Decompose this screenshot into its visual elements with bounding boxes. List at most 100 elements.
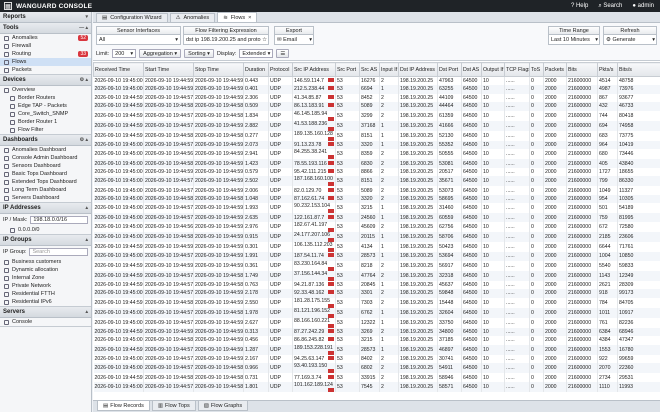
table-row[interactable]: 2026-09-10 19:45:00 2026-09-10 19:44:57 20… xyxy=(93,213,660,222)
device-overview[interactable]: Overview xyxy=(0,86,91,94)
column-header-protocol[interactable]: Protocol xyxy=(268,62,293,77)
sidebar-item-routing[interactable]: Routing 33 xyxy=(0,50,91,58)
table-row[interactable]: 2026-09-10 19:44:59 2026-09-10 19:44:57 20… xyxy=(93,280,660,290)
sidebar-item-packets[interactable]: Packets xyxy=(0,66,91,74)
filter-expression-input[interactable]: dst ip 198.19.200.25 and proto ☆ xyxy=(183,35,269,45)
tab-anomalies[interactable]: ⚠ Anomalies xyxy=(169,13,216,22)
table-row[interactable]: 2026-09-10 19:45:00 2026-09-10 19:44:58 20… xyxy=(93,336,660,345)
column-header-src-ip-address[interactable]: Src IP Address xyxy=(292,62,336,77)
generate-button[interactable]: ⚙ Generate ▾ xyxy=(603,35,657,45)
ip-item-0[interactable]: 0.0.0.0/0 xyxy=(0,226,91,234)
tools-header[interactable]: Tools — ▴ xyxy=(0,23,91,34)
ip-group-residential-ftth[interactable]: Residential FTTH xyxy=(0,290,91,298)
table-row[interactable]: 2026-09-10 19:45:00 2026-09-10 19:44:57 20… xyxy=(93,307,660,318)
column-header-pkts-s[interactable]: Pkts/s xyxy=(597,62,618,77)
table-row[interactable]: 2026-09-10 19:45:00 2026-09-10 19:44:57 20… xyxy=(93,289,660,298)
ip-group-input[interactable]: Search xyxy=(29,248,88,256)
collapse-icon[interactable]: — ▴ xyxy=(79,25,88,31)
tab-flows[interactable]: ≋ Flows × xyxy=(217,12,258,22)
export-email-button[interactable]: ✉ Email ▾ xyxy=(274,35,314,45)
table-row[interactable]: 2026-09-10 19:45:00 2026-09-10 19:44:57 20… xyxy=(93,381,660,392)
table-row[interactable]: 2026-09-10 19:44:59 2026-09-10 19:44:58 20… xyxy=(93,130,660,141)
table-row[interactable]: 2026-09-10 19:44:59 2026-09-10 19:44:57 20… xyxy=(93,270,660,281)
sensor-interfaces-select[interactable]: All ▾ xyxy=(96,35,181,45)
time-range-select[interactable]: Last 10 Minutes ▾ xyxy=(548,35,600,45)
table-row[interactable]: 2026-09-10 19:45:00 2026-09-10 19:44:57 20… xyxy=(93,251,660,261)
display-select[interactable]: Extended ▾ xyxy=(239,49,274,58)
ip-mask-input[interactable]: 198.18.0.0/16 xyxy=(30,216,88,224)
column-header-bits[interactable]: Bits xyxy=(566,62,598,77)
ip-group-private-network[interactable]: Private Network xyxy=(0,282,91,290)
ip-group-residential-ipv6[interactable]: Residential IPv6 xyxy=(0,298,91,306)
servers-header[interactable]: Servers ▴ xyxy=(0,307,91,318)
reports-header[interactable]: Reports ▾ xyxy=(0,12,91,23)
dashboard-console-admin-dashboard[interactable]: Console Admin Dashboard xyxy=(0,154,91,162)
table-row[interactable]: 2026-09-10 19:44:59 2026-09-10 19:44:58 20… xyxy=(93,297,660,308)
sidebar-item-flows[interactable]: Flows xyxy=(0,58,91,66)
table-row[interactable]: 2026-09-10 19:44:59 2026-09-10 19:44:59 20… xyxy=(93,327,660,337)
column-header-src-as[interactable]: Src AS xyxy=(359,62,380,77)
ip-group-business-customers[interactable]: Business customers xyxy=(0,258,91,266)
table-row[interactable]: 2026-09-10 19:45:00 2026-09-10 19:44:58 20… xyxy=(93,159,660,168)
table-row[interactable]: 2026-09-10 19:45:00 2026-09-10 19:44:59 20… xyxy=(93,76,660,86)
dashboard-anomalies-dashboard[interactable]: Anomalies Dashboard xyxy=(0,146,91,154)
device-edge-tap-packets[interactable]: Edge TAP - Packets xyxy=(0,102,91,110)
table-row[interactable]: 2026-09-10 19:45:00 2026-09-10 19:44:57 20… xyxy=(93,317,660,328)
tab-flow-graphs[interactable]: ▧ Flow Graphs xyxy=(197,401,249,411)
column-header-packets[interactable]: Packets xyxy=(543,62,567,77)
table-row[interactable]: 2026-09-10 19:45:00 2026-09-10 19:44:57 20… xyxy=(93,176,660,187)
sidebar-item-anomalies[interactable]: Anomalies 52 xyxy=(0,34,91,42)
device-core-switch-snmp[interactable]: Core_Switch_SNMP xyxy=(0,110,91,118)
column-header-src-port[interactable]: Src Port xyxy=(335,62,360,77)
ip-header[interactable]: IP Addresses ▴ xyxy=(0,203,91,214)
server-console[interactable]: Console xyxy=(0,318,91,326)
table-row[interactable]: 2026-09-10 19:44:59 2026-09-10 19:44:57 20… xyxy=(93,344,660,355)
column-header-bits-s[interactable]: Bits/s xyxy=(617,62,660,77)
dashboard-servers-dashboard[interactable]: Servers Dashboard xyxy=(0,194,91,202)
devices-header[interactable]: Devices ⚙ ▴ xyxy=(0,75,91,86)
column-header-duration[interactable]: Duration xyxy=(243,62,269,77)
dashboards-header[interactable]: Dashboards ⚙ ▴ xyxy=(0,135,91,146)
user-menu[interactable]: ● admin xyxy=(632,3,654,10)
column-header-dst-port[interactable]: Dst Port xyxy=(437,62,462,77)
table-row[interactable]: 2026-09-10 19:45:00 2026-09-10 19:44:58 20… xyxy=(93,231,660,242)
dashboard-long-term-dashboard[interactable]: Long Term Dashboard xyxy=(0,186,91,194)
aggregation-button[interactable]: Aggregation ▾ xyxy=(139,49,182,58)
limit-input[interactable]: 200 ▾ xyxy=(112,49,137,58)
sorting-button[interactable]: Sorting ▾ xyxy=(184,49,214,58)
sidebar-item-firewall[interactable]: Firewall xyxy=(0,42,91,50)
table-row[interactable]: 2026-09-10 19:45:00 2026-09-10 19:44:57 20… xyxy=(93,354,660,364)
table-row[interactable]: 2026-09-10 19:44:59 2026-09-10 19:44:58 20… xyxy=(93,102,660,111)
column-header-stop-time[interactable]: Stop Time xyxy=(193,62,244,77)
table-row[interactable]: 2026-09-10 19:45:00 2026-09-10 19:44:59 20… xyxy=(93,85,660,94)
close-tab-icon[interactable]: × xyxy=(248,15,251,21)
tab-configuration-wizard[interactable]: ▤ Configuration Wizard xyxy=(96,13,168,22)
table-row[interactable]: 2026-09-10 19:45:00 2026-09-10 19:44:56 20… xyxy=(93,149,660,160)
dashboard-sensors-dashboard[interactable]: Sensors Dashboard xyxy=(0,162,91,170)
device-border-routers[interactable]: Border Routers xyxy=(0,94,91,102)
column-header-dst-ip-address[interactable]: Dst IP Address xyxy=(398,62,438,77)
table-row[interactable]: 2026-09-10 19:44:59 2026-09-10 19:44:57 20… xyxy=(93,120,660,131)
table-row[interactable]: 2026-09-10 19:45:00 2026-09-10 19:44:57 20… xyxy=(93,363,660,374)
ip-group-dynamic-allocation[interactable]: Dynamic allocation xyxy=(0,266,91,274)
column-header-dst-as[interactable]: Dst AS xyxy=(461,62,482,77)
star-icon[interactable]: ☆ xyxy=(262,37,268,43)
ip-group-internal-zone[interactable]: Internal Zone xyxy=(0,274,91,282)
table-row[interactable]: 2026-09-10 19:45:00 2026-09-10 19:44:58 20… xyxy=(93,194,660,204)
dashboard-extended-tops-dashboard[interactable]: Extended Tops Dashboard xyxy=(0,178,91,186)
column-header-received-time[interactable]: Received Time xyxy=(93,62,144,77)
table-row[interactable]: 2026-09-10 19:44:59 2026-09-10 19:44:57 20… xyxy=(93,93,660,103)
column-header-input-if[interactable]: Input If xyxy=(379,62,399,77)
device-flow-filter[interactable]: Flow Filter xyxy=(0,126,91,134)
tab-flow-records[interactable]: ▤ Flow Records xyxy=(97,401,150,411)
column-header-tos[interactable]: ToS xyxy=(529,62,544,77)
column-header-output-if[interactable]: Output If xyxy=(481,62,505,77)
search-menu[interactable]: ⌕ Search xyxy=(598,3,622,10)
columns-menu-button[interactable]: ☰ xyxy=(276,49,290,58)
table-row[interactable]: 2026-09-10 19:44:59 2026-09-10 19:44:57 20… xyxy=(93,110,660,121)
groups-header[interactable]: IP Groups ▴ xyxy=(0,235,91,246)
table-row[interactable]: 2026-09-10 19:45:00 2026-09-10 19:44:57 20… xyxy=(93,186,660,195)
table-row[interactable]: 2026-09-10 19:44:59 2026-09-10 19:44:58 20… xyxy=(93,373,660,382)
table-row[interactable]: 2026-09-10 19:44:59 2026-09-10 19:44:59 20… xyxy=(93,241,660,252)
tab-flow-tops[interactable]: ▥ Flow Tops xyxy=(151,401,196,411)
